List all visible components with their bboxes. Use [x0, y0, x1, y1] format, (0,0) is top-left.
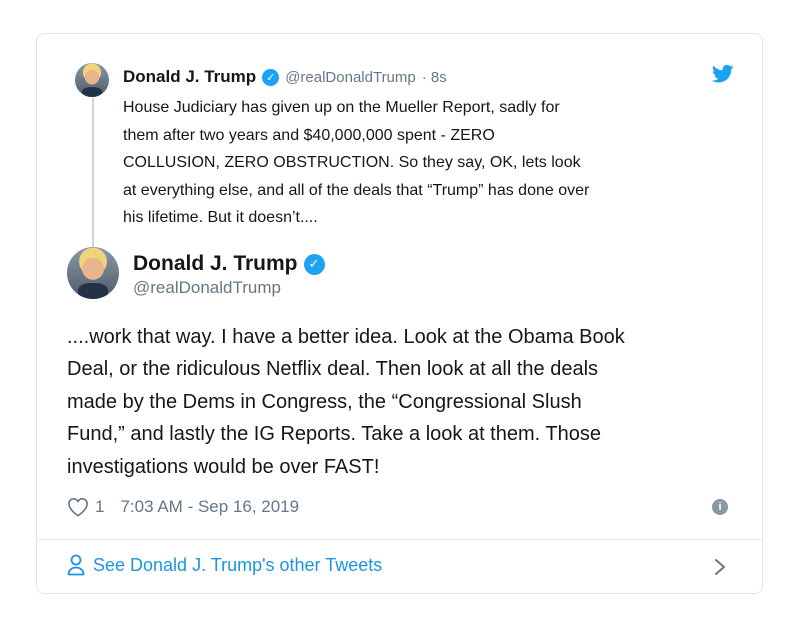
twitter-bird-icon[interactable]	[712, 64, 734, 84]
main-text-line: Fund,” and lastly the IG Reports. Take a…	[67, 423, 601, 446]
quoted-avatar[interactable]	[75, 63, 109, 97]
footer-divider	[37, 539, 762, 540]
heart-icon[interactable]	[67, 497, 89, 517]
info-icon[interactable]: i	[712, 499, 728, 515]
quoted-text-line: COLLUSION, ZERO OBSTRUCTION. So they say…	[123, 154, 581, 172]
main-tweet-text: ....work that way. I have a better idea.…	[67, 321, 737, 483]
verified-badge-icon: ✓	[262, 68, 280, 86]
quoted-author-handle[interactable]: @realDonaldTrump	[285, 69, 416, 86]
like-count[interactable]: 1	[95, 497, 104, 517]
person-icon	[67, 554, 85, 576]
main-text-line: Deal, or the ridiculous Netflix deal. Th…	[67, 358, 599, 381]
quoted-text-line: House Judiciary has given up on the Muel…	[123, 99, 560, 116]
see-other-tweets-link[interactable]: See Donald J. Trump's other Tweets	[67, 554, 382, 576]
quoted-tweet-time[interactable]: · 8s	[422, 69, 447, 86]
tweet-timestamp[interactable]: 7:03 AM - Sep 16, 2019	[120, 497, 299, 517]
quoted-tweet-text: House Judiciary has given up on the Muel…	[123, 94, 743, 232]
quoted-text-line: them after two years and $40,000,000 spe…	[123, 126, 495, 144]
tweet-meta: 1 7:03 AM - Sep 16, 2019	[67, 497, 299, 517]
quoted-text-line: at everything else, and all of the deals…	[123, 181, 590, 199]
main-author-name-row: Donald J. Trump ✓	[133, 252, 325, 276]
verified-badge-icon: ✓	[303, 253, 325, 275]
quoted-author-name[interactable]: Donald J. Trump	[123, 67, 256, 87]
quoted-tweet-header: Donald J. Trump ✓ @realDonaldTrump · 8s	[123, 67, 447, 87]
main-text-line: investigations would be over FAST!	[67, 455, 380, 478]
see-other-tweets-label[interactable]: See Donald J. Trump's other Tweets	[93, 555, 382, 576]
main-avatar[interactable]	[67, 247, 119, 299]
main-author-name[interactable]: Donald J. Trump	[133, 252, 298, 276]
thread-line	[92, 98, 94, 268]
tweet-embed-card: Donald J. Trump ✓ @realDonaldTrump · 8s …	[36, 33, 763, 594]
chevron-right-icon[interactable]	[714, 558, 726, 576]
main-text-line: made by the Dems in Congress, the “Congr…	[67, 390, 582, 413]
quoted-text-line: his lifetime. But it doesn’t....	[123, 209, 318, 227]
main-author-handle[interactable]: @realDonaldTrump	[133, 278, 281, 298]
main-text-line: ....work that way. I have a better idea.…	[67, 326, 625, 348]
